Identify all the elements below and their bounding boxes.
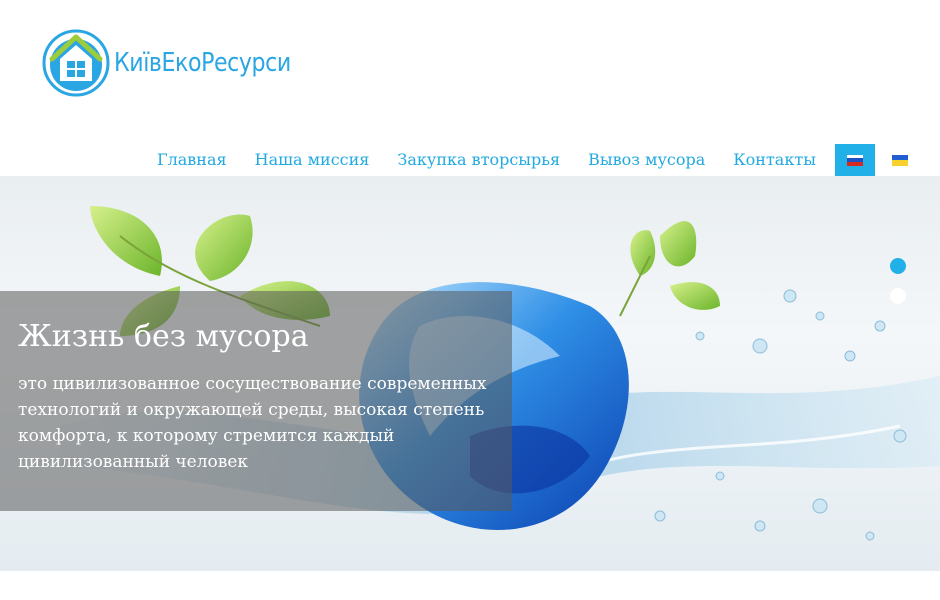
house-logo-icon bbox=[42, 29, 110, 97]
ukraine-flag-icon bbox=[891, 154, 908, 166]
site-name: КиївЕкоРесурси bbox=[114, 48, 291, 78]
nav-recycling-purchase[interactable]: Закупка вторсырья bbox=[383, 144, 574, 176]
language-ru[interactable] bbox=[834, 144, 875, 176]
russia-flag-icon bbox=[846, 154, 863, 166]
slide-title: Жизнь без мусора bbox=[18, 319, 309, 354]
slide-caption: Жизнь без мусора это цивилизованное сосу… bbox=[0, 291, 512, 511]
hero-slider: Жизнь без мусора это цивилизованное сосу… bbox=[0, 176, 940, 571]
slider-dot-1[interactable] bbox=[890, 258, 906, 274]
site-logo[interactable]: КиївЕкоРесурси bbox=[42, 28, 322, 98]
language-uk[interactable] bbox=[880, 144, 920, 176]
nav-contacts[interactable]: Контакты bbox=[719, 144, 830, 176]
nav-waste-removal[interactable]: Вывоз мусора bbox=[574, 144, 719, 176]
main-nav: Главная Наша миссия Закупка вторсырья Вы… bbox=[143, 144, 920, 176]
nav-home[interactable]: Главная bbox=[143, 144, 241, 176]
slider-dot-2[interactable] bbox=[890, 288, 906, 304]
slide-text: это цивилизованное сосуществование совре… bbox=[18, 374, 487, 472]
nav-mission[interactable]: Наша миссия bbox=[241, 144, 384, 176]
